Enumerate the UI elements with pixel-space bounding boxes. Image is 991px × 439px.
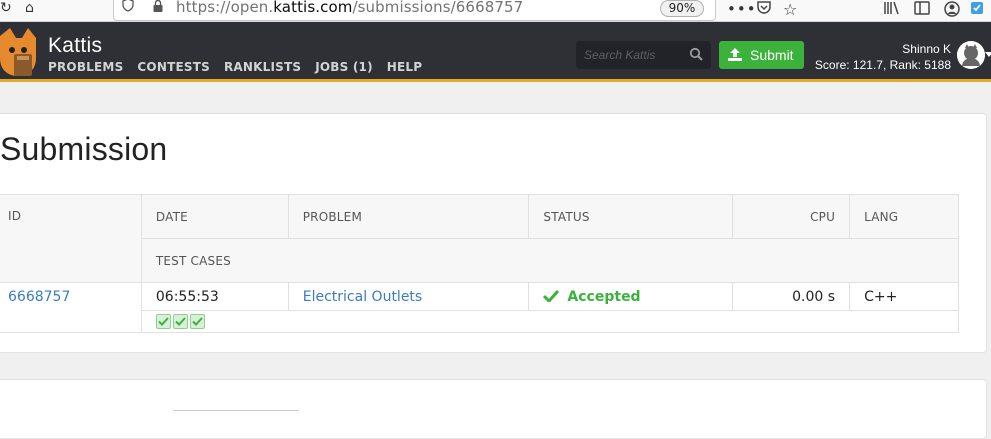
submission-id-link[interactable]: 6668757 <box>8 289 70 305</box>
test-case-check-icon[interactable] <box>189 314 205 329</box>
menu-help[interactable]: HELP <box>387 60 422 74</box>
col-cpu: CPU <box>732 194 851 239</box>
user-score: Score: 121.7, Rank: 5188 <box>814 58 951 72</box>
home-icon[interactable]: ⌂ <box>25 0 34 16</box>
menu-problems[interactable]: PROBLEMS <box>48 60 123 74</box>
kattis-logo[interactable] <box>0 28 38 76</box>
date-cell: 06:55:53 <box>140 282 289 311</box>
user-name: Shinno K <box>902 42 951 56</box>
search-placeholder: Search Kattis <box>584 48 656 62</box>
browser-toolbar: ↻ ⌂ https://open.kattis.com/submissions/… <box>0 0 991 22</box>
zoom-badge[interactable]: 90% <box>660 0 704 17</box>
more-icon[interactable]: ••• <box>727 0 757 18</box>
status-cell: Accepted <box>528 282 734 311</box>
reload-icon[interactable]: ↻ <box>0 0 12 16</box>
library-icon[interactable] <box>884 1 900 15</box>
problem-link[interactable]: Electrical Outlets <box>303 289 422 305</box>
search-input[interactable]: Search Kattis <box>576 41 711 69</box>
menu-contests[interactable]: CONTESTS <box>137 60 210 74</box>
user-info[interactable]: Shinno K Score: 121.7, Rank: 5188 <box>815 42 951 72</box>
submission-id-cell: 6668757 <box>0 282 142 333</box>
submit-button[interactable]: Submit <box>719 41 804 69</box>
lang-cell: C++ <box>849 282 959 311</box>
shield-icon <box>122 0 134 12</box>
site-header: Kattis PROBLEMS CONTESTS RANKLISTS JOBS … <box>0 22 991 82</box>
test-cases-row <box>0 310 960 333</box>
url-text: https://open.kattis.com/submissions/6668… <box>176 0 524 16</box>
col-test-cases: TEST CASES <box>140 238 960 283</box>
next-panel <box>0 379 987 439</box>
address-bar[interactable]: https://open.kattis.com/submissions/6668… <box>113 0 716 21</box>
main-menu: PROBLEMS CONTESTS RANKLISTS JOBS (1) HEL… <box>48 60 422 74</box>
col-date: DATE <box>140 194 289 239</box>
upload-icon <box>728 48 742 61</box>
search-icon[interactable] <box>689 47 703 61</box>
col-lang: LANG <box>849 194 959 239</box>
avatar[interactable] <box>957 41 985 69</box>
table-row: 6668757 06:55:53 Electrical Outlets Acce… <box>0 282 959 333</box>
cpu-cell: 0.00 s <box>732 282 851 311</box>
page-title: Submission <box>0 131 168 167</box>
sidebar-icon[interactable] <box>914 1 930 15</box>
col-problem: PROBLEM <box>287 194 530 239</box>
col-id: ID <box>0 194 142 283</box>
table-subheader-row: TEST CASES <box>0 238 960 283</box>
bookmark-star-icon[interactable]: ☆ <box>783 0 797 19</box>
lock-icon <box>153 0 163 12</box>
test-case-check-icon[interactable] <box>172 314 188 329</box>
extension-icon[interactable] <box>970 1 984 15</box>
status-text: Accepted <box>567 288 641 305</box>
brand-name[interactable]: Kattis <box>48 34 102 58</box>
submit-label: Submit <box>750 47 794 63</box>
test-cases-cell <box>140 310 960 333</box>
status-badge: Accepted <box>543 288 641 305</box>
chevron-down-icon[interactable] <box>985 52 991 57</box>
pocket-icon[interactable] <box>756 0 772 16</box>
menu-jobs[interactable]: JOBS (1) <box>315 60 373 74</box>
problem-cell: Electrical Outlets <box>287 282 530 311</box>
account-icon[interactable] <box>944 1 960 17</box>
col-status: STATUS <box>528 194 734 239</box>
test-case-check-icon[interactable] <box>155 314 171 329</box>
menu-ranklists[interactable]: RANKLISTS <box>224 60 301 74</box>
table-header-row: ID DATE PROBLEM STATUS CPU LANG <box>0 194 959 283</box>
divider <box>173 410 299 411</box>
check-icon <box>543 289 560 302</box>
submission-table: ID DATE PROBLEM STATUS CPU LANG TEST CAS… <box>0 194 960 333</box>
